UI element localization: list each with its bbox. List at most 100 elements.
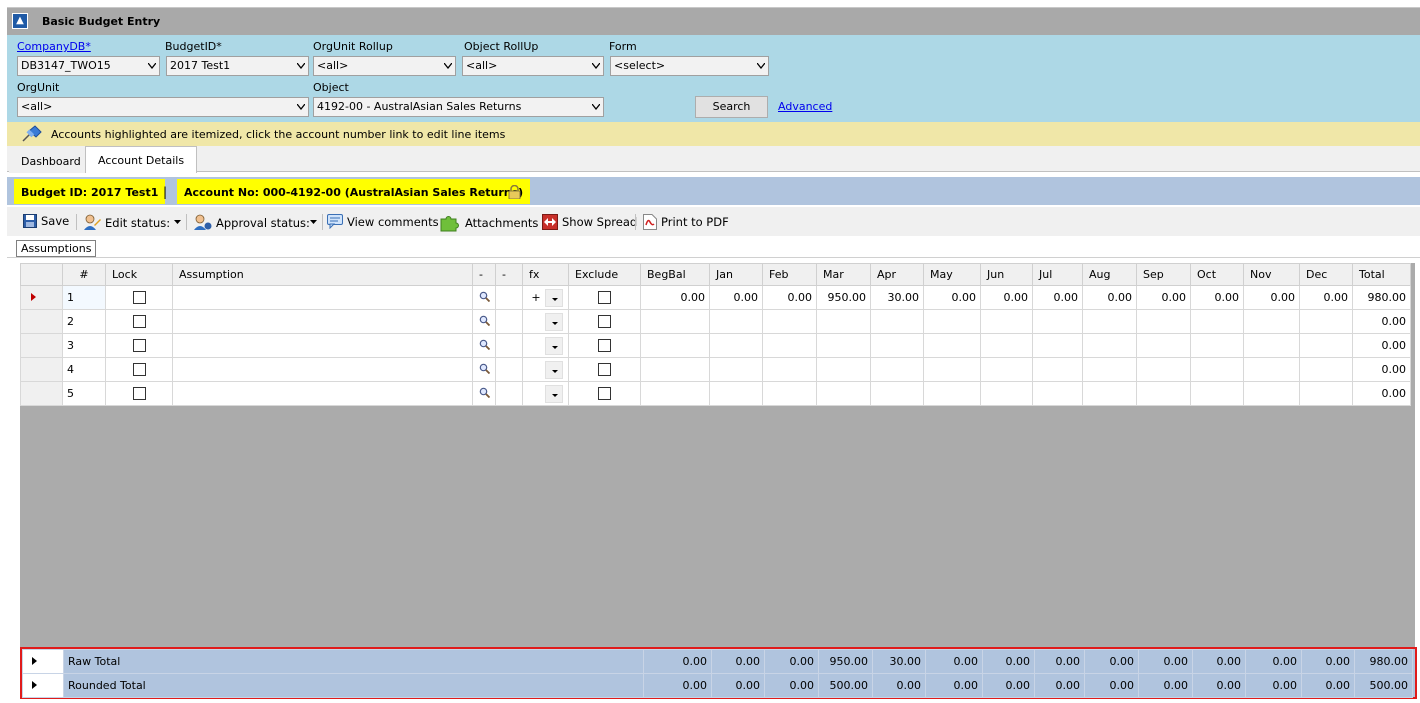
- amount-cell[interactable]: [923, 357, 981, 382]
- assumption-cell[interactable]: [172, 309, 473, 334]
- column-header[interactable]: Feb: [762, 263, 817, 286]
- column-header[interactable]: Jan: [709, 263, 763, 286]
- amount-cell[interactable]: [870, 357, 924, 382]
- show-spread-button[interactable]: Show Spread: [542, 214, 637, 230]
- amount-cell[interactable]: 0.00: [762, 285, 817, 310]
- amount-cell[interactable]: [1243, 333, 1300, 358]
- row-selector[interactable]: [20, 285, 63, 310]
- amount-cell[interactable]: [1299, 381, 1353, 406]
- column-header[interactable]: May: [923, 263, 981, 286]
- amount-cell[interactable]: [1299, 357, 1353, 382]
- amount-cell[interactable]: 0.00: [980, 285, 1033, 310]
- form-select[interactable]: <select>: [610, 56, 769, 76]
- exclude-checkbox[interactable]: [598, 387, 611, 401]
- column-header[interactable]: Lock: [105, 263, 173, 286]
- amount-cell[interactable]: [1082, 357, 1137, 382]
- magnifier-icon[interactable]: [479, 387, 490, 398]
- magnifier-icon[interactable]: [479, 339, 490, 350]
- column-header[interactable]: Oct: [1190, 263, 1244, 286]
- table-row[interactable]: 1 +0.00 0.00 0.00 950.00 30.00 0.00 0.00 0.00 0.0…: [20, 285, 1411, 310]
- search-button[interactable]: Search: [695, 96, 768, 118]
- row-number-cell[interactable]: 1: [62, 285, 106, 310]
- amount-cell[interactable]: [1190, 357, 1244, 382]
- exclude-checkbox[interactable]: [598, 339, 611, 353]
- amount-cell[interactable]: [1032, 357, 1083, 382]
- amount-cell[interactable]: [762, 333, 817, 358]
- budgetid-select[interactable]: 2017 Test1: [166, 56, 309, 76]
- amount-cell[interactable]: [1299, 309, 1353, 334]
- chevron-down-icon[interactable]: [310, 220, 317, 225]
- row-selector[interactable]: [20, 333, 63, 358]
- column-header[interactable]: Exclude: [568, 263, 641, 286]
- column-header[interactable]: Jul: [1032, 263, 1083, 286]
- amount-cell[interactable]: [1190, 309, 1244, 334]
- amount-cell[interactable]: [640, 381, 710, 406]
- magnifier-icon[interactable]: [479, 363, 490, 374]
- table-row[interactable]: 5 0.00: [20, 381, 1411, 406]
- tab-account-details[interactable]: Account Details: [85, 146, 198, 173]
- column-header[interactable]: #: [62, 263, 106, 286]
- amount-cell[interactable]: [870, 381, 924, 406]
- row-number-cell[interactable]: 4: [62, 357, 106, 382]
- amount-cell[interactable]: [1136, 357, 1191, 382]
- lock-checkbox[interactable]: [132, 387, 146, 401]
- fx-cell[interactable]: [522, 309, 569, 334]
- lock-checkbox[interactable]: [132, 291, 146, 305]
- fx-dropdown[interactable]: [545, 360, 563, 379]
- amount-cell[interactable]: [870, 333, 924, 358]
- table-row[interactable]: 3 0.00: [20, 333, 1411, 358]
- amount-cell[interactable]: [709, 309, 763, 334]
- object-rollup-select[interactable]: <all>: [462, 56, 604, 76]
- lock-checkbox[interactable]: [132, 363, 146, 377]
- tab-assumptions[interactable]: Assumptions: [16, 240, 97, 257]
- amount-cell[interactable]: [1032, 333, 1083, 358]
- print-pdf-button[interactable]: Print to PDF: [643, 214, 729, 230]
- column-header[interactable]: BegBal: [640, 263, 710, 286]
- amount-cell[interactable]: 0.00: [1299, 285, 1353, 310]
- attachments-button[interactable]: Attachments: [439, 214, 538, 232]
- amount-cell[interactable]: [1190, 381, 1244, 406]
- row-number-cell[interactable]: 3: [62, 333, 106, 358]
- amount-cell[interactable]: 0.00: [709, 285, 763, 310]
- advanced-link[interactable]: Advanced: [778, 100, 832, 113]
- column-header[interactable]: -: [472, 263, 496, 286]
- row-selector[interactable]: [20, 309, 63, 334]
- amount-cell[interactable]: [816, 357, 871, 382]
- amount-cell[interactable]: [762, 357, 817, 382]
- amount-cell[interactable]: [1032, 381, 1083, 406]
- amount-cell[interactable]: [1136, 333, 1191, 358]
- amount-cell[interactable]: [709, 381, 763, 406]
- column-header[interactable]: fx: [522, 263, 569, 286]
- amount-cell[interactable]: [1243, 309, 1300, 334]
- amount-cell[interactable]: 0.00: [1190, 285, 1244, 310]
- row-selector[interactable]: [20, 381, 63, 406]
- amount-cell[interactable]: 0.00: [1032, 285, 1083, 310]
- amount-cell[interactable]: [640, 333, 710, 358]
- amount-cell[interactable]: [816, 381, 871, 406]
- object-select[interactable]: 4192-00 - AustralAsian Sales Returns: [313, 97, 604, 117]
- column-header[interactable]: Dec: [1299, 263, 1353, 286]
- fx-cell[interactable]: [522, 381, 569, 406]
- amount-cell[interactable]: [816, 309, 871, 334]
- row-number-cell[interactable]: 5: [62, 381, 106, 406]
- amount-cell[interactable]: [1136, 309, 1191, 334]
- edit-status-button[interactable]: Edit status:: [83, 214, 170, 231]
- table-row[interactable]: 4 0.00: [20, 357, 1411, 382]
- amount-cell[interactable]: 0.00: [1082, 285, 1137, 310]
- lock-checkbox[interactable]: [132, 315, 146, 329]
- amount-cell[interactable]: [923, 309, 981, 334]
- amount-cell[interactable]: 30.00: [870, 285, 924, 310]
- amount-cell[interactable]: 0.00: [923, 285, 981, 310]
- amount-cell[interactable]: [640, 309, 710, 334]
- assumption-cell[interactable]: [172, 285, 473, 310]
- assumption-cell[interactable]: [172, 333, 473, 358]
- column-header[interactable]: Mar: [816, 263, 871, 286]
- fx-dropdown[interactable]: [545, 384, 563, 403]
- column-header[interactable]: Sep: [1136, 263, 1191, 286]
- orgunit-select[interactable]: <all>: [17, 97, 309, 117]
- amount-cell[interactable]: [923, 333, 981, 358]
- amount-cell[interactable]: [1032, 309, 1083, 334]
- amount-cell[interactable]: 0.00: [640, 285, 710, 310]
- approval-status-button[interactable]: Approval status:: [193, 214, 310, 231]
- amount-cell[interactable]: [923, 381, 981, 406]
